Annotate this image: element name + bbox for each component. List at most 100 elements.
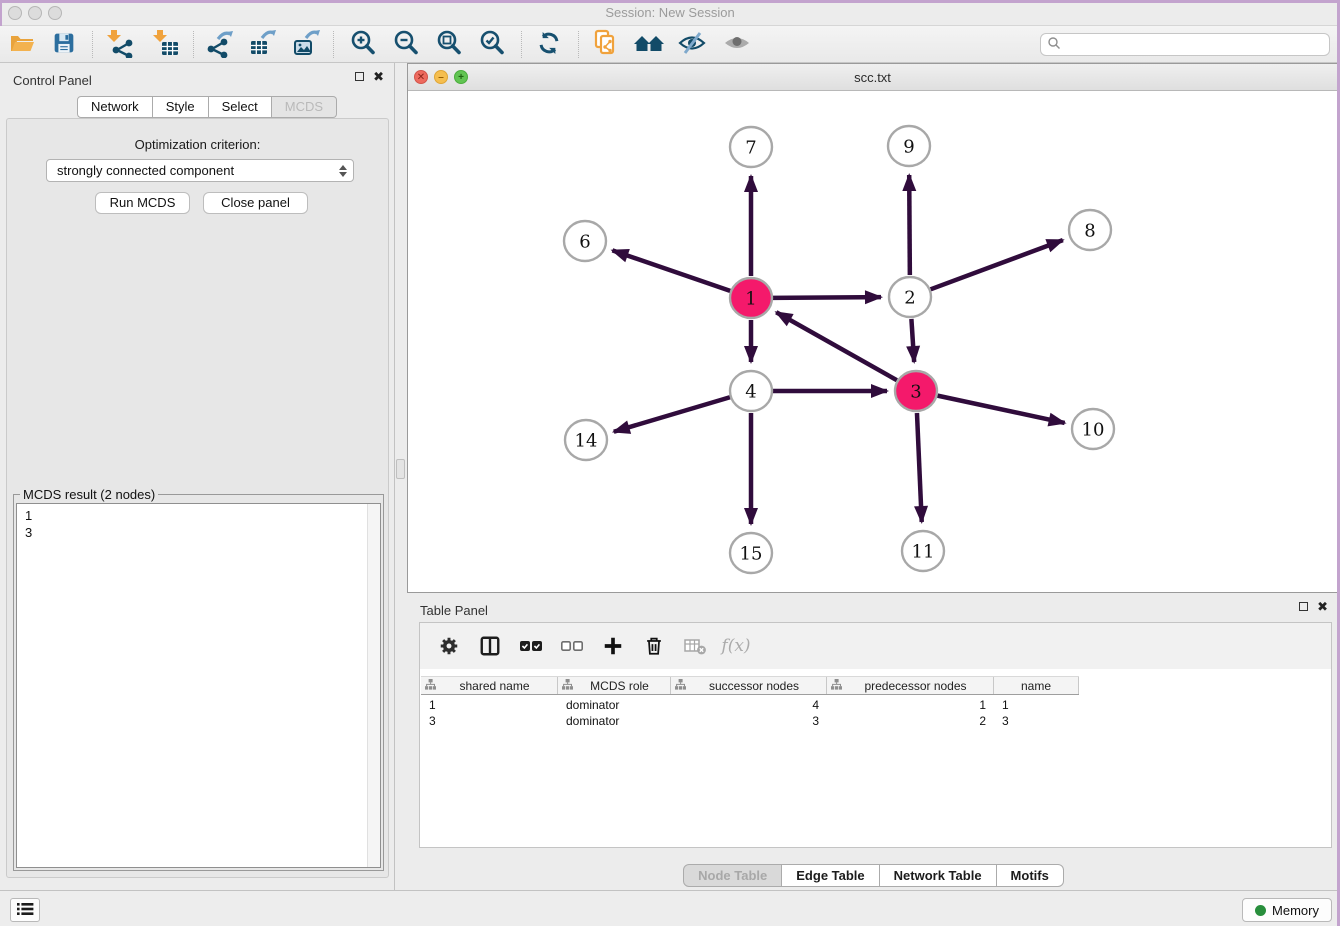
node-7[interactable]: 7 <box>730 127 772 167</box>
save-session-button[interactable] <box>47 29 81 60</box>
add-column-button[interactable] <box>600 634 626 658</box>
edge-2-8[interactable] <box>931 240 1063 289</box>
delete-column-button[interactable] <box>641 634 667 658</box>
tab-style[interactable]: Style <box>153 96 209 118</box>
zoom-fit-button[interactable] <box>432 29 466 60</box>
window-frame-left <box>0 0 2 26</box>
run-mcds-button[interactable]: Run MCDS <box>95 192 190 214</box>
float-panel-icon[interactable] <box>1299 602 1308 611</box>
copy-views-button[interactable] <box>588 29 622 60</box>
edge-4-14[interactable] <box>614 397 730 431</box>
column-header-mcds-role[interactable]: MCDS role <box>558 677 671 694</box>
mcds-tab-content: Optimization criterion: strongly connect… <box>6 118 389 878</box>
tab-network[interactable]: Network <box>77 96 153 118</box>
table-row[interactable]: 3 dominator 3 2 3 <box>421 713 1079 729</box>
search-field[interactable] <box>1040 33 1330 56</box>
import-network-button[interactable] <box>103 29 137 60</box>
node-6[interactable]: 6 <box>564 221 606 261</box>
cell-successor-nodes[interactable]: 4 <box>671 697 827 713</box>
memory-label: Memory <box>1272 903 1319 918</box>
open-session-button[interactable] <box>5 29 39 60</box>
table-row[interactable]: 1 dominator 4 1 1 <box>421 697 1079 713</box>
hide-selected-button[interactable] <box>675 29 709 60</box>
edge-1-2[interactable] <box>773 297 881 298</box>
save-floppy-icon <box>50 29 78 60</box>
float-panel-icon[interactable] <box>355 72 364 81</box>
mcds-result-box[interactable]: 1 3 <box>16 503 381 868</box>
network-window-title: scc.txt <box>408 70 1337 85</box>
mcds-result-fieldset: MCDS result (2 nodes) 1 3 <box>13 494 384 871</box>
search-icon <box>1047 36 1061 53</box>
cell-name[interactable]: 1 <box>994 697 1079 713</box>
delete-table-button[interactable] <box>682 634 708 658</box>
task-history-button[interactable] <box>10 898 40 922</box>
node-1[interactable]: 1 <box>730 278 772 318</box>
eye-slash-icon <box>677 28 707 61</box>
edge-1-6[interactable] <box>612 250 730 290</box>
export-network-icon <box>204 28 234 61</box>
tab-select[interactable]: Select <box>209 96 272 118</box>
network-canvas-svg[interactable]: 1 2 3 4 6 7 8 9 10 11 14 15 <box>408 91 1337 592</box>
edge-2-9[interactable] <box>909 175 910 275</box>
split-panel-button[interactable] <box>477 634 503 658</box>
zoom-selected-button[interactable] <box>475 29 509 60</box>
cell-shared-name[interactable]: 1 <box>421 697 558 713</box>
column-header-predecessor-nodes[interactable]: predecessor nodes <box>827 677 994 694</box>
criterion-dropdown[interactable]: strongly connected component <box>46 159 354 182</box>
edge-3-10[interactable] <box>938 396 1065 423</box>
deselect-all-columns-button[interactable] <box>559 634 585 658</box>
tab-mcds[interactable]: MCDS <box>272 96 337 118</box>
node-10[interactable]: 10 <box>1072 409 1114 449</box>
select-all-columns-button[interactable] <box>518 634 544 658</box>
table-settings-button[interactable] <box>436 634 462 658</box>
panel-splitter-grip[interactable] <box>396 459 405 479</box>
node-14[interactable]: 14 <box>565 420 607 460</box>
show-all-button[interactable] <box>720 29 754 60</box>
tab-edge-table[interactable]: Edge Table <box>782 864 879 887</box>
node-11[interactable]: 11 <box>902 531 944 571</box>
column-header-name[interactable]: name <box>994 677 1079 694</box>
export-image-icon <box>291 28 321 61</box>
import-table-button[interactable] <box>149 29 183 60</box>
export-image-button[interactable] <box>289 29 323 60</box>
tab-node-table[interactable]: Node Table <box>683 864 782 887</box>
node-2[interactable]: 2 <box>889 277 931 317</box>
main-toolbar <box>0 26 1340 63</box>
memory-button[interactable]: Memory <box>1242 898 1332 922</box>
edge-2-3[interactable] <box>911 319 914 362</box>
node-3[interactable]: 3 <box>895 371 937 411</box>
search-input[interactable] <box>1065 35 1329 54</box>
houses-icon <box>633 28 665 61</box>
home-view-button[interactable] <box>632 29 666 60</box>
node-15[interactable]: 15 <box>730 533 772 573</box>
cell-mcds-role[interactable]: dominator <box>558 713 671 729</box>
node-8[interactable]: 8 <box>1069 210 1111 250</box>
zoom-out-button[interactable] <box>389 29 423 60</box>
cell-predecessor-nodes[interactable]: 1 <box>827 697 994 713</box>
close-panel-button[interactable]: Close panel <box>203 192 308 214</box>
close-panel-icon[interactable]: ✖ <box>373 72 384 81</box>
cell-name[interactable]: 3 <box>994 713 1079 729</box>
tab-motifs[interactable]: Motifs <box>997 864 1064 887</box>
table-toolbar: f(x) <box>420 623 1331 669</box>
refresh-view-button[interactable] <box>532 29 566 60</box>
node-9[interactable]: 9 <box>888 126 930 166</box>
memory-status-icon <box>1255 905 1266 916</box>
close-panel-icon[interactable]: ✖ <box>1317 602 1328 611</box>
cell-predecessor-nodes[interactable]: 2 <box>827 713 994 729</box>
function-builder-button[interactable]: f(x) <box>723 634 749 658</box>
network-window-titlebar[interactable]: ✕ – + scc.txt <box>408 64 1337 91</box>
mcds-result-scrollbar[interactable] <box>367 504 380 867</box>
cell-successor-nodes[interactable]: 3 <box>671 713 827 729</box>
edge-3-1[interactable] <box>776 312 897 380</box>
cell-shared-name[interactable]: 3 <box>421 713 558 729</box>
export-table-button[interactable] <box>245 29 279 60</box>
node-4[interactable]: 4 <box>730 371 772 411</box>
export-network-button[interactable] <box>202 29 236 60</box>
zoom-in-button[interactable] <box>346 29 380 60</box>
column-header-shared-name[interactable]: shared name <box>421 677 558 694</box>
column-header-successor-nodes[interactable]: successor nodes <box>671 677 827 694</box>
edge-3-11[interactable] <box>917 413 922 522</box>
cell-mcds-role[interactable]: dominator <box>558 697 671 713</box>
tab-network-table[interactable]: Network Table <box>880 864 997 887</box>
